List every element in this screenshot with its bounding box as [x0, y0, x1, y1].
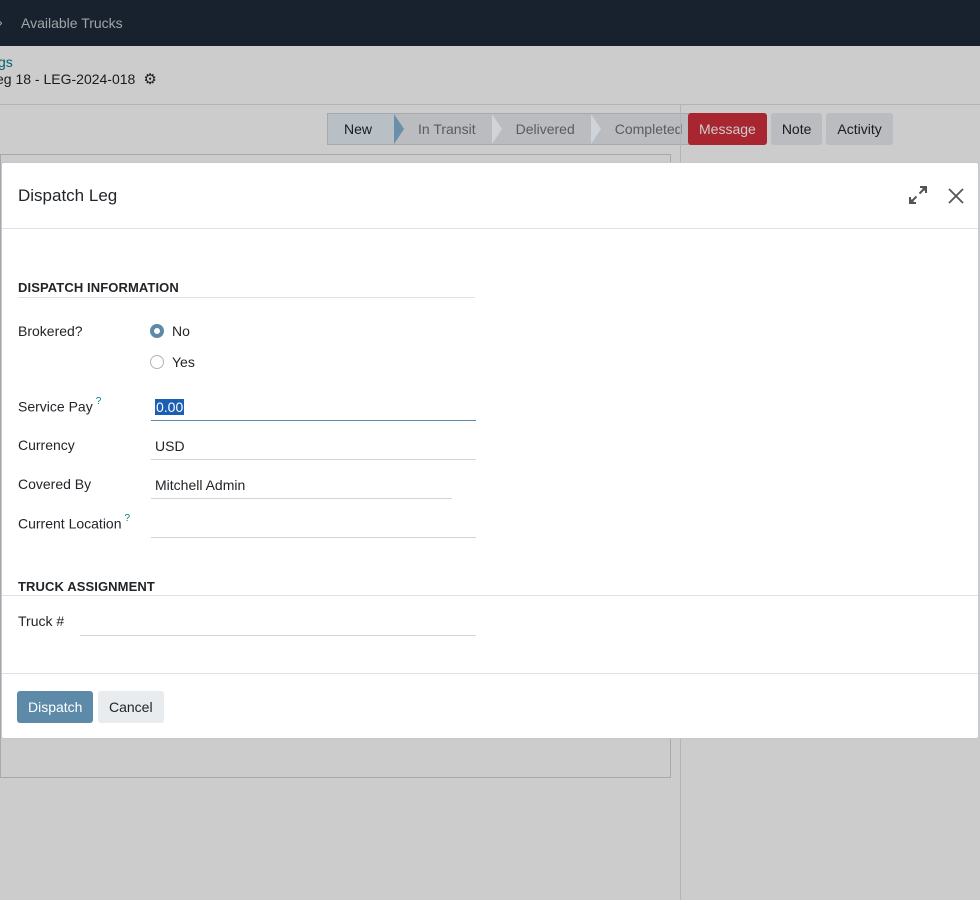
service-pay-label-text: Service Pay: [18, 398, 93, 415]
dialog-footer: Dispatch Cancel: [2, 673, 978, 738]
cancel-button[interactable]: Cancel: [98, 691, 164, 723]
dialog-body: DISPATCH INFORMATION Brokered? No Yes Se…: [2, 230, 978, 673]
radio-checked-icon[interactable]: [150, 324, 164, 338]
current-location-label-text: Current Location: [18, 515, 122, 532]
brokered-label: Brokered?: [18, 323, 83, 339]
section-divider: [18, 297, 475, 298]
radio-unchecked-icon[interactable]: [150, 355, 164, 369]
service-pay-value: 0.00: [155, 399, 185, 415]
help-tooltip-icon[interactable]: ?: [125, 513, 131, 524]
section-divider: [2, 595, 978, 596]
truck-label: Truck #: [18, 613, 65, 629]
dialog-header: Dispatch Leg: [2, 163, 978, 229]
covered-by-input[interactable]: Mitchell Admin: [151, 473, 452, 499]
brokered-option-no[interactable]: No: [150, 323, 190, 339]
covered-by-label: Covered By: [18, 476, 92, 492]
currency-input[interactable]: USD: [151, 434, 476, 460]
current-location-input[interactable]: [151, 512, 476, 538]
dispatch-button[interactable]: Dispatch: [17, 691, 94, 723]
help-tooltip-icon[interactable]: ?: [96, 396, 102, 407]
expand-icon[interactable]: [908, 185, 928, 205]
dialog-title: Dispatch Leg: [18, 186, 118, 205]
truck-input[interactable]: [80, 610, 476, 636]
current-location-label: Current Location?: [18, 513, 131, 532]
dispatch-leg-dialog: Dispatch Leg DISPATCH INFORMATION Broker…: [1, 162, 979, 739]
radio-label-yes: Yes: [172, 354, 195, 370]
section-title-truck: TRUCK ASSIGNMENT: [18, 579, 155, 594]
close-icon[interactable]: [946, 186, 966, 206]
service-pay-label: Service Pay?: [18, 396, 102, 415]
section-title-dispatch: DISPATCH INFORMATION: [18, 280, 179, 295]
service-pay-input[interactable]: 0.00: [151, 395, 476, 421]
radio-label-no: No: [172, 323, 190, 339]
currency-label: Currency: [18, 437, 75, 453]
brokered-option-yes[interactable]: Yes: [150, 354, 195, 370]
